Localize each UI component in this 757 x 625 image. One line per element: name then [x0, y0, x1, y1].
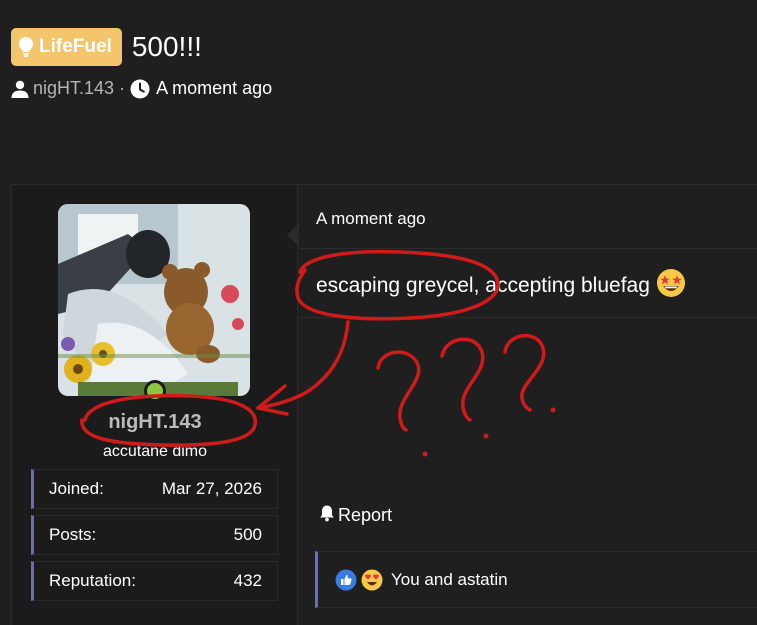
divider [299, 317, 757, 318]
thread-date-link[interactable]: A moment ago [156, 78, 272, 99]
report-label: Report [338, 505, 393, 525]
post-date-link[interactable]: A moment ago [316, 209, 426, 229]
user-stat-reputation: Reputation: 432 [31, 561, 278, 601]
post-text: escaping greycel, accepting bluefag [316, 274, 650, 297]
user-icon [11, 80, 29, 98]
report-link[interactable]: Report [318, 504, 392, 527]
lightbulb-icon [19, 37, 33, 57]
avatar[interactable] [58, 204, 250, 396]
thread-header: LifeFuel 500!!! nigHT.143 · A moment ago [11, 28, 272, 99]
like-icon [335, 569, 357, 591]
clock-icon [130, 79, 150, 99]
post-username[interactable]: nigHT.143 [12, 411, 298, 434]
post-container: nigHT.143 accutane dimo Joined: Mar 27, … [11, 184, 757, 625]
post-user-column: nigHT.143 accutane dimo Joined: Mar 27, … [12, 185, 298, 625]
title-row: LifeFuel 500!!! [11, 28, 272, 66]
divider [299, 248, 757, 249]
prefix-badge[interactable]: LifeFuel [11, 28, 122, 66]
stat-label: Posts: [49, 525, 97, 544]
meta-separator: · [119, 78, 126, 98]
star-struck-emoji-icon [656, 268, 686, 304]
stat-label: Joined: [49, 479, 104, 498]
user-stat-posts: Posts: 500 [31, 515, 278, 555]
stat-label: Reputation: [49, 571, 136, 590]
user-title: accutane dimo [102, 443, 208, 460]
thread-meta: nigHT.143 · A moment ago [11, 78, 272, 99]
user-stat-joined: Joined: Mar 27, 2026 [31, 469, 278, 509]
thread-author-link[interactable]: nigHT.143 [33, 78, 114, 99]
reaction-summary-link[interactable]: You and astatin [391, 570, 508, 590]
stat-value: Mar 27, 2026 [161, 479, 262, 498]
prefix-label: LifeFuel [39, 36, 112, 57]
stat-value: 432 [233, 571, 262, 590]
message-arrow [287, 223, 299, 247]
heart-eyes-icon [361, 569, 383, 591]
reactions-bar[interactable]: You and astatin [315, 551, 757, 608]
thread-title: 500!!! [131, 31, 202, 62]
stat-value: 500 [233, 525, 262, 544]
bell-icon [318, 504, 336, 527]
post-message-column: A moment ago escaping greycel, accepting… [287, 185, 757, 625]
post-body: escaping greycel, accepting bluefag [316, 268, 686, 304]
online-status-indicator [144, 380, 166, 402]
